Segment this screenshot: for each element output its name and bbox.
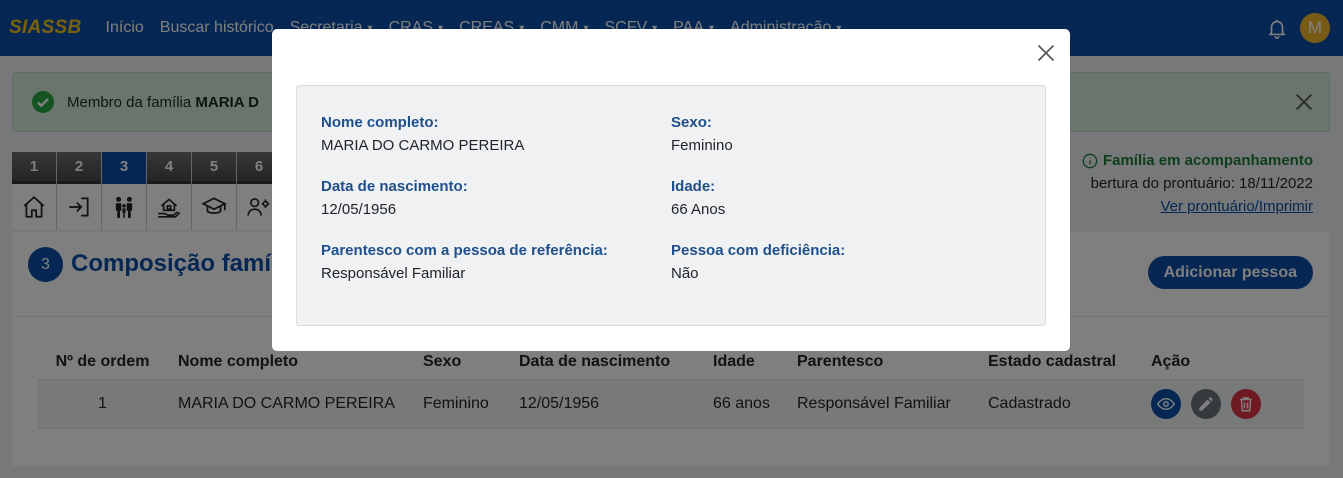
- field-label: Data de nascimento:: [321, 178, 468, 195]
- field-label: Pessoa com deficiência:: [671, 242, 846, 259]
- field-birthdate: Data de nascimento: 12/05/1956: [321, 178, 468, 218]
- member-details-modal: Nome completo: MARIA DO CARMO PEREIRA Se…: [272, 29, 1070, 351]
- field-value: Não: [671, 265, 699, 282]
- field-label: Nome completo:: [321, 114, 439, 131]
- field-sex: Sexo: Feminino: [671, 114, 733, 154]
- field-age: Idade: 66 Anos: [671, 178, 725, 218]
- close-icon[interactable]: [1036, 43, 1056, 63]
- field-label: Sexo:: [671, 114, 712, 131]
- field-label: Parentesco com a pessoa de referência:: [321, 242, 608, 259]
- field-value: Responsável Familiar: [321, 265, 466, 282]
- field-value: Feminino: [671, 137, 733, 154]
- field-full-name: Nome completo: MARIA DO CARMO PEREIRA: [321, 114, 524, 154]
- field-value: MARIA DO CARMO PEREIRA: [321, 137, 525, 154]
- field-kinship: Parentesco com a pessoa de referência: R…: [321, 242, 608, 282]
- field-value: 12/05/1956: [321, 201, 397, 218]
- field-disability: Pessoa com deficiência: Não: [671, 242, 845, 282]
- field-label: Idade:: [671, 178, 716, 195]
- member-details-panel: Nome completo: MARIA DO CARMO PEREIRA Se…: [296, 85, 1046, 326]
- field-value: 66 Anos: [671, 201, 726, 218]
